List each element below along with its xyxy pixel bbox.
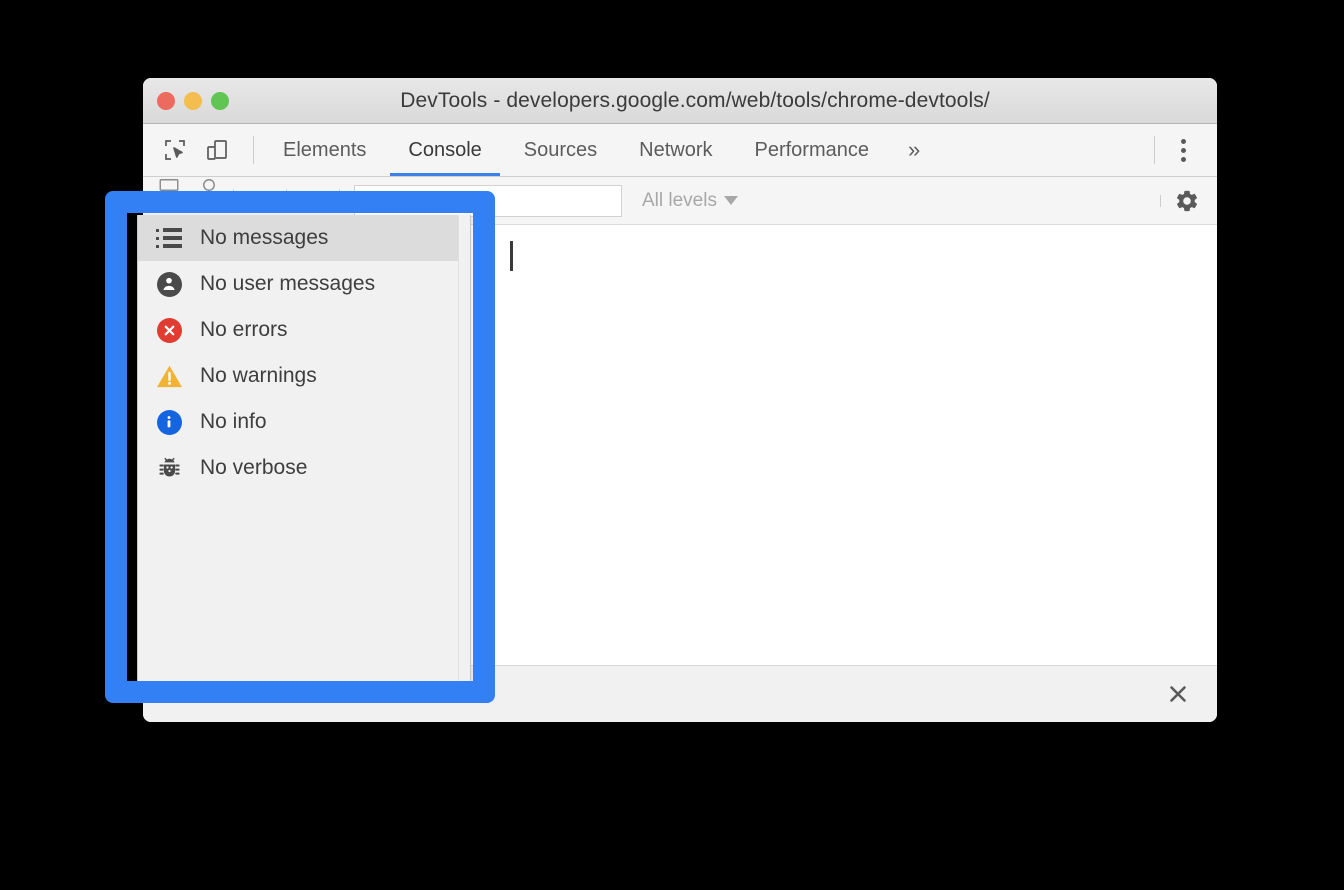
- dropdown-item-label: No user messages: [200, 272, 376, 295]
- dropdown-item-no-errors[interactable]: No errors: [138, 307, 470, 353]
- dropdown-item-label: No messages: [200, 226, 329, 249]
- live-expression-eye-icon[interactable]: [295, 183, 331, 219]
- gear-icon[interactable]: [1169, 183, 1205, 219]
- filter-placeholder: Filter: [365, 189, 408, 211]
- dropdown-item-no-user-messages[interactable]: No user messages: [138, 261, 470, 307]
- tab-console[interactable]: Console: [387, 124, 502, 176]
- more-tabs-button[interactable]: »: [890, 124, 938, 176]
- bug-icon: [138, 456, 200, 481]
- tabbar-right-tools: [1146, 124, 1217, 176]
- window-titlebar: DevTools - developers.google.com/web/too…: [143, 78, 1217, 124]
- dropdown-item-label: No info: [200, 410, 267, 433]
- obscured-toolbar-icons: [158, 178, 220, 192]
- dropdown-item-no-messages[interactable]: No messages: [138, 215, 470, 261]
- dropdown-scrollbar[interactable]: [458, 215, 470, 694]
- dropdown-item-label: No errors: [200, 318, 288, 341]
- tab-performance[interactable]: Performance: [734, 124, 891, 176]
- dropdown-item-label: No warnings: [200, 364, 317, 387]
- maximize-window-button[interactable]: [211, 91, 229, 110]
- console-toolbar-divider-1: [233, 189, 234, 212]
- text-cursor: [510, 241, 513, 271]
- window-title: DevTools - developers.google.com/web/too…: [400, 88, 990, 112]
- console-toolbar-divider-4: [1160, 194, 1161, 207]
- log-levels-dropdown[interactable]: All levels: [628, 190, 752, 212]
- devtools-tabbar: Elements Console Sources Network Perform…: [143, 124, 1217, 177]
- inspect-element-icon[interactable]: [157, 132, 193, 168]
- console-toolbar-right: [1152, 183, 1217, 219]
- console-toolbar-divider-2: [286, 189, 287, 212]
- tabbar-tools: [143, 124, 245, 176]
- dropdown-item-no-info[interactable]: No info: [138, 399, 470, 445]
- warning-icon: [138, 364, 200, 389]
- screenshot-stage: DevTools - developers.google.com/web/too…: [0, 0, 1344, 890]
- tab-elements[interactable]: Elements: [262, 124, 387, 176]
- filter-input[interactable]: Filter: [354, 184, 622, 217]
- console-toolbar-divider-3: [339, 189, 340, 212]
- drawer-right: [1161, 677, 1217, 711]
- info-icon: [138, 409, 200, 435]
- chevron-down-icon: [723, 196, 738, 205]
- dropdown-item-label: No verbose: [200, 456, 308, 479]
- tab-label: Elements: [283, 138, 367, 161]
- log-levels-label: All levels: [642, 189, 717, 211]
- tabbar-divider: [253, 136, 254, 164]
- kebab-menu-icon[interactable]: [1163, 130, 1203, 170]
- minimize-window-button[interactable]: [184, 91, 202, 110]
- person-icon: [138, 271, 200, 297]
- dropdown-item-no-warnings[interactable]: No warnings: [138, 353, 470, 399]
- tab-label: Network: [639, 138, 713, 161]
- device-toolbar-icon[interactable]: [199, 132, 235, 168]
- close-icon[interactable]: [1161, 677, 1195, 711]
- tab-sources[interactable]: Sources: [503, 124, 618, 176]
- tab-network[interactable]: Network: [618, 124, 733, 176]
- tab-label: Sources: [523, 138, 598, 161]
- tab-label: Console: [408, 138, 482, 161]
- traffic-lights: [157, 91, 229, 110]
- error-icon: [138, 317, 200, 343]
- dropdown-item-no-verbose[interactable]: No verbose: [138, 445, 470, 491]
- list-icon: [138, 228, 200, 248]
- tab-label: Performance: [754, 138, 870, 161]
- tabbar-right-divider: [1154, 136, 1155, 164]
- chevron-down-icon[interactable]: [242, 183, 278, 219]
- close-window-button[interactable]: [157, 91, 175, 110]
- panel-tabs: Elements Console Sources Network Perform…: [262, 124, 938, 176]
- console-messages-dropdown[interactable]: No messages No user messages No errors N…: [137, 215, 471, 695]
